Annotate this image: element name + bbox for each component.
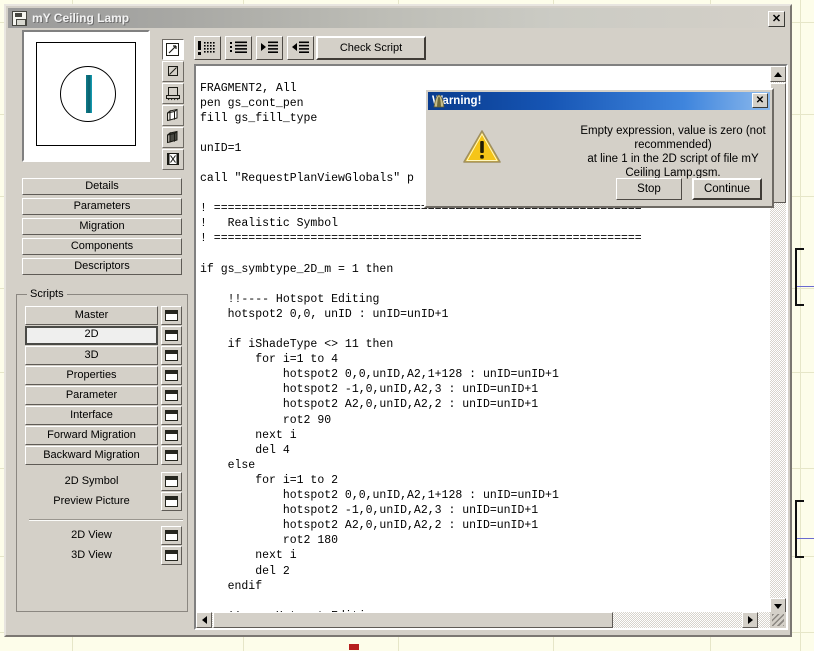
script-button-forward-migration[interactable]: Forward Migration <box>25 426 158 445</box>
warning-close-icon[interactable]: ✕ <box>752 93 768 108</box>
window-open-icon-properties[interactable] <box>161 366 182 385</box>
lamp-tube-shape <box>86 75 92 113</box>
left-panel: Details Parameters Migration Components … <box>10 30 190 630</box>
symbol-preview-box[interactable] <box>22 30 150 162</box>
script-label-3d-view: 3D View <box>71 549 112 561</box>
window-open-icon-preview-picture[interactable] <box>161 492 182 511</box>
window-resize-grip[interactable] <box>770 612 786 628</box>
archicad-warning-icon <box>432 94 446 108</box>
cad-dimension-line-lower <box>797 538 814 539</box>
warning-dialog: Warning! ✕ Empty expression, value is ze… <box>424 88 774 208</box>
cube-wire-icon[interactable] <box>162 105 184 126</box>
scripts-group: Scripts Master 2D 3D Properties Paramete… <box>16 288 188 612</box>
symbol-preview-frame <box>36 42 136 146</box>
film-strip-icon[interactable] <box>162 149 184 170</box>
check-script-button[interactable]: Check Script <box>316 36 426 60</box>
warning-message-line2: at line 1 in the 2D script of file mY Ce… <box>587 153 759 179</box>
sidebar-item-details[interactable]: Details <box>22 178 182 195</box>
picture-square-icon[interactable] <box>162 61 184 82</box>
scroll-left-button[interactable] <box>196 612 212 628</box>
window-open-icon-3d-view[interactable] <box>161 546 182 565</box>
horizontal-scroll-thumb[interactable] <box>213 612 613 628</box>
scroll-right-button[interactable] <box>742 612 758 628</box>
script-button-properties[interactable]: Properties <box>25 366 158 385</box>
continue-button[interactable]: Continue <box>692 178 762 200</box>
view-mode-toolbar <box>162 39 184 171</box>
window-open-icon-2d-symbol[interactable] <box>161 472 182 491</box>
indent-right-icon[interactable] <box>256 36 283 60</box>
script-button-parameter[interactable]: Parameter <box>25 386 158 405</box>
warning-dialog-titlebar[interactable]: Warning! ✕ <box>428 92 770 110</box>
script-label-2d-view: 2D View <box>71 529 112 541</box>
script-button-interface[interactable]: Interface <box>25 406 158 425</box>
object-editor-window: mY Ceiling Lamp ✕ Details Parameters Mig… <box>4 4 792 637</box>
window-titlebar[interactable]: mY Ceiling Lamp ✕ <box>8 8 788 28</box>
warning-message: Empty expression, value is zero (not rec… <box>578 124 768 180</box>
list-format-icon[interactable] <box>225 36 252 60</box>
scroll-up-button[interactable] <box>770 66 786 82</box>
script-label-preview-picture: Preview Picture <box>53 495 130 507</box>
exclamation-grid-icon[interactable] <box>194 36 221 60</box>
indent-left-icon[interactable] <box>287 36 314 60</box>
window-open-icon-parameter[interactable] <box>161 386 182 405</box>
window-open-icon-forward-migration[interactable] <box>161 426 182 445</box>
script-label-2d-symbol: 2D Symbol <box>64 475 119 487</box>
window-open-icon-2d[interactable] <box>161 326 182 345</box>
editor-horizontal-scrollbar[interactable] <box>196 612 774 628</box>
script-button-backward-migration[interactable]: Backward Migration <box>25 446 158 465</box>
cad-dimension-line-upper <box>797 286 814 287</box>
pencil-square-icon[interactable] <box>162 39 184 60</box>
window-open-icon-2d-view[interactable] <box>161 526 182 545</box>
window-open-icon-3d[interactable] <box>161 346 182 365</box>
sidebar-item-descriptors[interactable]: Descriptors <box>22 258 182 275</box>
floorplan-icon[interactable] <box>162 83 184 104</box>
window-open-icon-interface[interactable] <box>161 406 182 425</box>
window-open-icon-master[interactable] <box>161 306 182 325</box>
close-icon[interactable]: ✕ <box>768 11 785 27</box>
warning-triangle-icon <box>462 128 502 164</box>
script-button-3d[interactable]: 3D <box>25 346 158 365</box>
window-title: mY Ceiling Lamp <box>32 11 130 25</box>
document-save-icon <box>12 10 27 26</box>
cad-wall-bracket-upper <box>795 248 804 306</box>
sidebar-item-parameters[interactable]: Parameters <box>22 198 182 215</box>
scripts-group-legend: Scripts <box>27 288 67 300</box>
warning-message-line1: Empty expression, value is zero (not rec… <box>580 125 766 151</box>
sidebar-item-components[interactable]: Components <box>22 238 182 255</box>
sidebar-item-migration[interactable]: Migration <box>22 218 182 235</box>
window-open-icon-backward-migration[interactable] <box>161 446 182 465</box>
cad-red-marker <box>349 644 359 650</box>
cad-wall-bracket-lower <box>795 500 804 558</box>
script-button-master[interactable]: Master <box>25 306 158 325</box>
scripts-group-divider <box>29 519 183 521</box>
cube-solid-icon[interactable] <box>162 127 184 148</box>
stop-button[interactable]: Stop <box>616 178 682 200</box>
script-button-2d[interactable]: 2D <box>25 326 158 345</box>
